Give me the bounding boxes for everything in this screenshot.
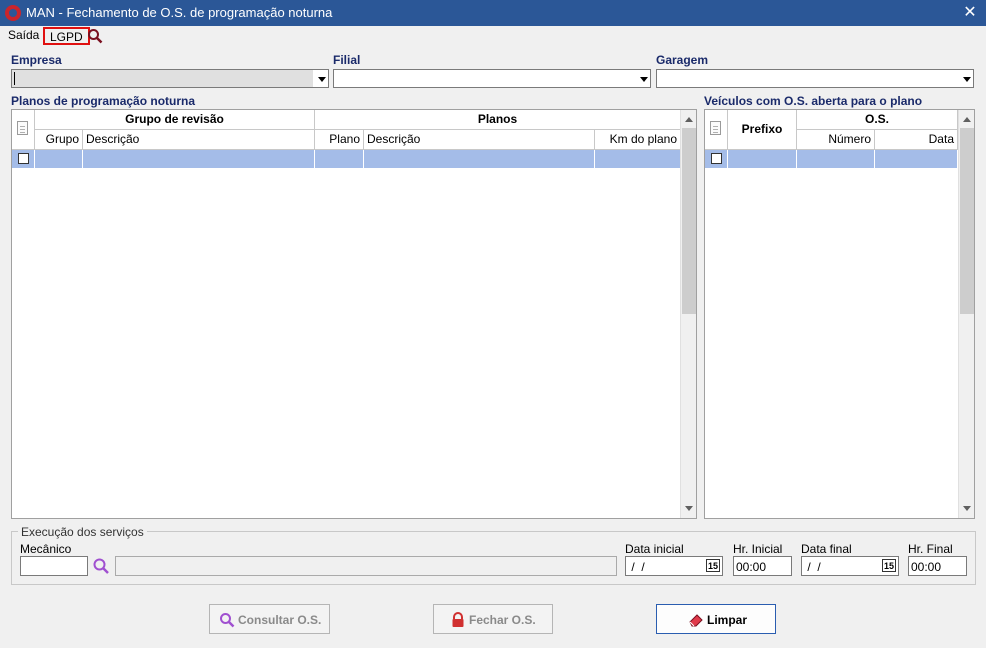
consultar-os-label: Consultar O.S.	[238, 613, 322, 627]
chevron-down-icon[interactable]	[313, 70, 328, 87]
window-title: MAN - Fechamento de O.S. de programação …	[26, 5, 333, 20]
grid-header-select	[12, 110, 35, 150]
col-data[interactable]: Data	[875, 130, 958, 150]
veiculos-scrollbar[interactable]	[958, 110, 974, 518]
menu-saida[interactable]: Saída	[4, 27, 43, 45]
scroll-up-icon[interactable]	[963, 117, 971, 122]
table-row[interactable]	[705, 150, 728, 168]
lock-icon	[452, 612, 464, 627]
table-cell[interactable]	[875, 150, 958, 168]
garagem-combo[interactable]	[656, 69, 974, 88]
table-cell[interactable]	[364, 150, 595, 168]
row-checkbox[interactable]	[18, 153, 29, 164]
data-inicial-value: / /	[628, 560, 645, 574]
scroll-down-icon[interactable]	[685, 506, 693, 511]
text-caret	[14, 72, 15, 85]
mecanico-input[interactable]	[20, 556, 88, 576]
limpar-button[interactable]: Limpar	[656, 604, 776, 634]
col-grupo[interactable]: Grupo	[35, 130, 83, 150]
table-cell[interactable]	[35, 150, 83, 168]
filial-combo[interactable]	[333, 69, 651, 88]
document-icon	[710, 121, 721, 135]
filial-label: Filial	[333, 53, 361, 67]
mecanico-search-icon[interactable]	[92, 557, 110, 575]
hr-inicial-label: Hr. Inicial	[733, 542, 783, 556]
col-numero[interactable]: Número	[797, 130, 875, 150]
col-descricao[interactable]: Descrição	[83, 130, 315, 150]
scroll-down-icon[interactable]	[963, 506, 971, 511]
header-planos: Planos	[315, 110, 681, 130]
eraser-icon	[689, 614, 703, 627]
table-cell[interactable]	[315, 150, 364, 168]
search-icon[interactable]	[87, 28, 103, 44]
data-inicial-label: Data inicial	[625, 542, 684, 556]
veiculos-grid[interactable]: Prefixo O.S. Número Data	[704, 109, 975, 519]
col-plano[interactable]: Plano	[315, 130, 364, 150]
row-checkbox[interactable]	[711, 153, 722, 164]
table-cell[interactable]	[595, 150, 681, 168]
planos-title: Planos de programação noturna	[11, 94, 196, 108]
mecanico-description	[115, 556, 617, 576]
fechar-os-button[interactable]: Fechar O.S.	[433, 604, 553, 634]
header-grupo-revisao: Grupo de revisão	[35, 110, 315, 130]
table-row[interactable]	[12, 150, 35, 168]
data-inicial-input[interactable]: / / 15	[625, 556, 723, 576]
scroll-up-icon[interactable]	[685, 117, 693, 122]
garagem-label: Garagem	[656, 53, 709, 67]
limpar-label: Limpar	[707, 613, 748, 627]
veiculos-title: Veículos com O.S. aberta para o plano	[704, 94, 923, 108]
hr-inicial-input[interactable]: 00:00	[733, 556, 792, 576]
header-os: O.S.	[797, 110, 958, 130]
scroll-thumb[interactable]	[682, 128, 696, 314]
table-cell[interactable]	[728, 150, 797, 168]
empresa-combo[interactable]	[11, 69, 329, 88]
table-cell[interactable]	[83, 150, 315, 168]
document-icon	[17, 121, 28, 135]
mecanico-label: Mecânico	[20, 542, 72, 556]
grid-header-select	[705, 110, 728, 150]
fechar-os-label: Fechar O.S.	[469, 613, 536, 627]
consultar-os-button[interactable]: Consultar O.S.	[209, 604, 330, 634]
search-icon	[220, 613, 235, 628]
title-bar: MAN - Fechamento de O.S. de programação …	[0, 0, 986, 26]
data-final-input[interactable]: / / 15	[801, 556, 899, 576]
empresa-label: Empresa	[11, 53, 62, 67]
planos-scrollbar[interactable]	[680, 110, 696, 518]
hr-final-label: Hr. Final	[908, 542, 953, 556]
data-final-label: Data final	[801, 542, 852, 556]
calendar-icon[interactable]: 15	[882, 559, 896, 572]
data-final-value: / /	[804, 560, 821, 574]
hr-final-input[interactable]: 00:00	[908, 556, 967, 576]
execucao-legend: Execução dos serviços	[18, 525, 147, 539]
app-logo-icon	[5, 5, 21, 21]
menu-lgpd[interactable]: LGPD	[43, 27, 90, 45]
close-icon[interactable]: ✕	[958, 2, 982, 24]
col-descricao-plano[interactable]: Descrição	[364, 130, 595, 150]
col-km-plano[interactable]: Km do plano	[595, 130, 681, 150]
planos-grid[interactable]: Grupo de revisão Planos Grupo Descrição …	[11, 109, 697, 519]
scroll-thumb[interactable]	[960, 128, 974, 314]
chevron-down-icon[interactable]	[958, 70, 973, 87]
calendar-icon[interactable]: 15	[706, 559, 720, 572]
table-cell[interactable]	[797, 150, 875, 168]
col-prefixo[interactable]: Prefixo	[728, 110, 797, 150]
chevron-down-icon[interactable]	[635, 70, 650, 87]
